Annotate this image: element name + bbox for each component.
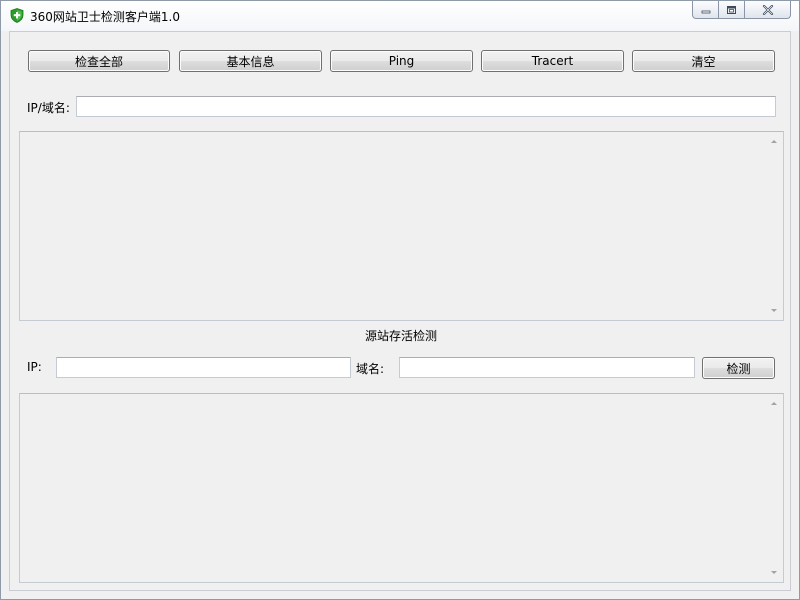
ping-button[interactable]: Ping [330,50,473,72]
ip-label: IP: [27,360,42,374]
domain-input[interactable] [399,357,695,378]
basic-info-button[interactable]: 基本信息 [179,50,322,72]
result-scrollbar[interactable] [766,132,783,320]
detect-button[interactable]: 检测 [702,357,775,379]
close-icon [762,4,773,15]
minimize-button[interactable] [692,1,719,19]
target-label: IP/域名: [27,101,70,115]
result-output-area[interactable] [19,131,784,321]
check-all-button[interactable]: 检查全部 [28,50,170,72]
scroll-down-icon[interactable] [771,309,777,312]
ip-input[interactable] [56,357,351,378]
close-button[interactable] [745,1,791,19]
scroll-up-icon[interactable] [771,402,777,405]
maximize-button[interactable] [719,1,745,19]
scroll-up-icon[interactable] [771,140,777,143]
scroll-down-icon[interactable] [771,571,777,574]
tracert-button[interactable]: Tracert [481,50,624,72]
minimize-icon [701,10,710,13]
domain-label: 域名: [356,362,385,376]
window-title: 360网站卫士检测客户端1.0 [30,10,180,24]
client-area: 检查全部 基本信息 Ping Tracert 清空 IP/域名: 源站存活检测 … [9,31,791,591]
title-bar[interactable]: 360网站卫士检测客户端1.0 [1,1,799,31]
target-input[interactable] [76,96,776,117]
shield-icon [10,8,24,23]
window-controls [692,1,791,20]
origin-scrollbar[interactable] [766,394,783,582]
clear-button[interactable]: 清空 [632,50,775,72]
origin-check-title: 源站存活检测 [365,329,438,343]
maximize-icon [727,5,736,14]
app-window: 360网站卫士检测客户端1.0 检查全部 基本信息 Ping Tracert 清… [0,0,800,600]
origin-output-area[interactable] [19,393,784,583]
